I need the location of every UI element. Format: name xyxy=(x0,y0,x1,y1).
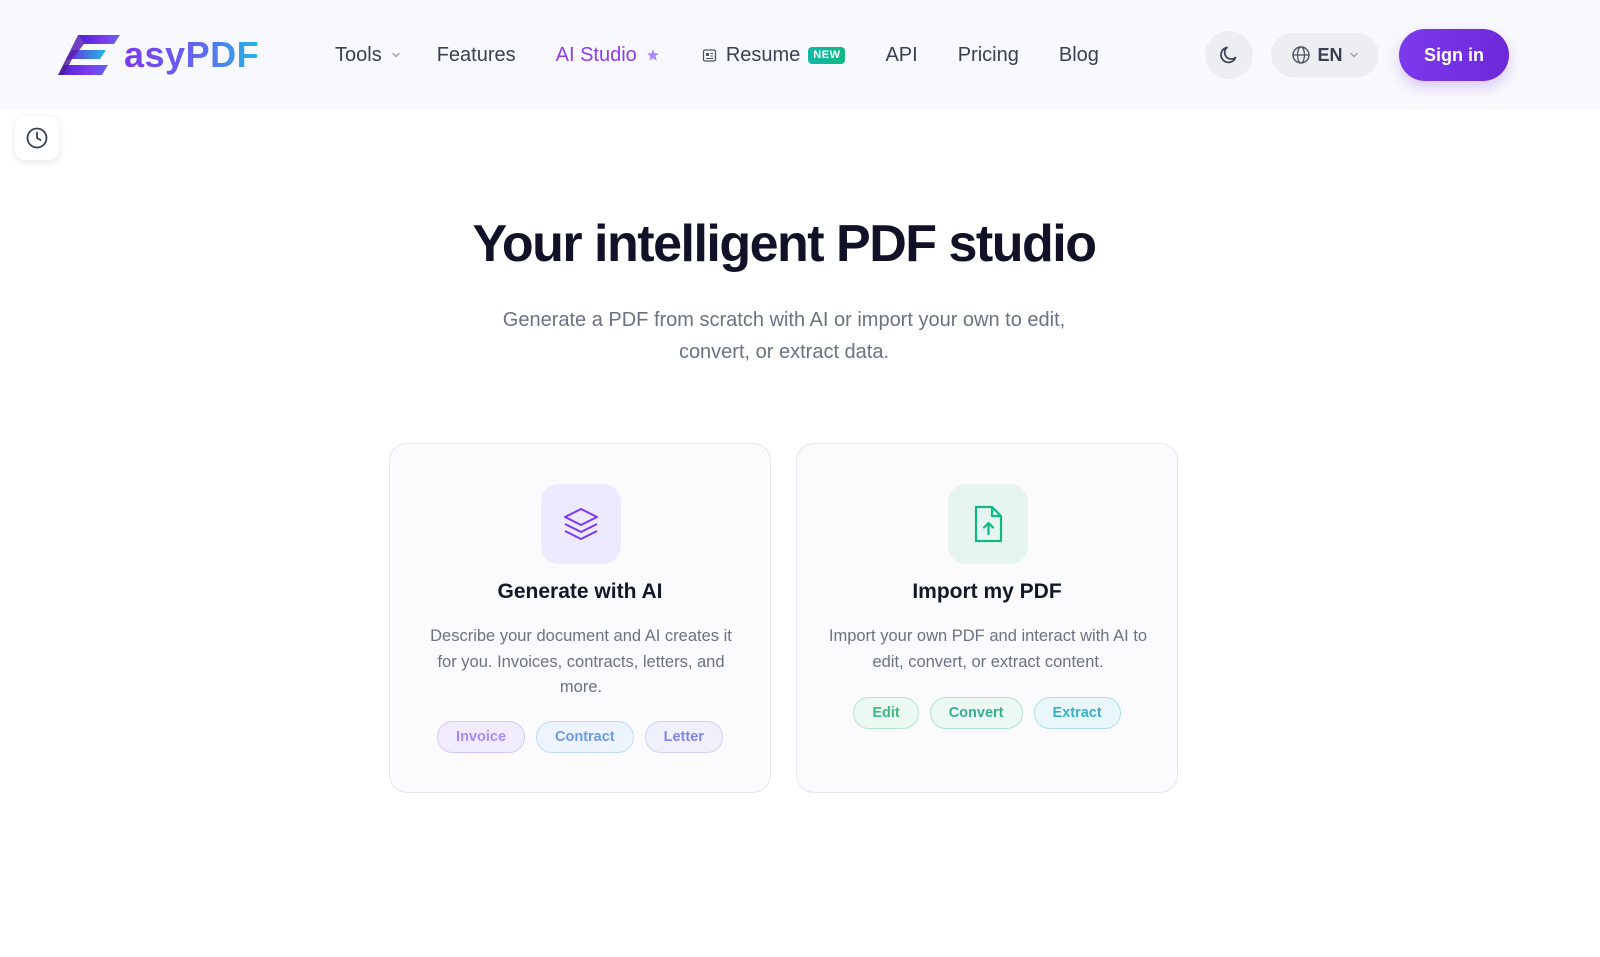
globe-icon xyxy=(1292,46,1311,64)
clock-icon xyxy=(26,127,48,149)
example-chips: Invoice Contract Letter xyxy=(390,721,770,753)
new-badge: NEW xyxy=(808,46,846,64)
sign-in-button[interactable]: Sign in xyxy=(1399,29,1509,81)
history-button[interactable] xyxy=(15,116,59,160)
nav-features[interactable]: Features xyxy=(437,36,516,74)
nav-ai-studio-label: AI Studio xyxy=(555,44,637,66)
nav-tools-label: Tools xyxy=(335,44,382,66)
card-description: Describe your document and AI creates it… xyxy=(430,627,732,696)
main-nav: Tools Features AI Studio Resume NEW API … xyxy=(335,36,1099,74)
chip-convert[interactable]: Convert xyxy=(929,697,1023,729)
chip-edit[interactable]: Edit xyxy=(853,697,919,729)
chip-letter[interactable]: Letter xyxy=(644,721,723,753)
chip-invoice[interactable]: Invoice xyxy=(437,721,526,753)
top-navigation-bar: asyPDF Tools Features AI Studio Resume N… xyxy=(0,0,1600,110)
chevron-down-icon xyxy=(392,52,400,58)
language-selector[interactable]: EN xyxy=(1271,33,1379,77)
generate-with-ai-card[interactable]: Generate with AI Describe your document … xyxy=(389,443,771,793)
moon-icon xyxy=(1220,46,1237,64)
card-title: Generate with AI xyxy=(497,580,663,603)
nav-tools-dropdown[interactable]: Tools xyxy=(335,36,401,74)
import-icon-tile xyxy=(948,484,1028,564)
action-chips: Edit Convert Extract xyxy=(797,697,1177,729)
page-title: Your intelligent PDF studio xyxy=(472,215,1097,273)
sparkle-star-icon xyxy=(646,49,659,61)
nav-api-label: API xyxy=(885,44,918,66)
language-code: EN xyxy=(1317,44,1343,65)
nav-blog-label: Blog xyxy=(1058,44,1099,66)
layers-icon xyxy=(564,508,598,540)
nav-blog[interactable]: Blog xyxy=(1059,36,1099,74)
page-subtitle: Generate a PDF from scratch with AI or i… xyxy=(502,309,1066,363)
resume-document-icon xyxy=(702,48,716,62)
file-upload-icon xyxy=(974,505,1003,543)
chevron-down-icon xyxy=(1349,52,1358,58)
logo-text: asyPDF xyxy=(124,31,259,79)
nav-features-label: Features xyxy=(436,44,516,66)
chip-contract[interactable]: Contract xyxy=(536,721,634,753)
chip-extract[interactable]: Extract xyxy=(1033,697,1121,729)
logo-e-mark-icon xyxy=(58,35,120,75)
nav-resume-label: Resume xyxy=(725,44,801,66)
card-title: Import my PDF xyxy=(912,580,1062,603)
nav-ai-studio[interactable]: AI Studio xyxy=(556,36,660,74)
dark-mode-toggle-button[interactable] xyxy=(1205,31,1253,79)
nav-pricing[interactable]: Pricing xyxy=(958,36,1019,74)
nav-resume[interactable]: Resume NEW xyxy=(702,36,846,74)
nav-pricing-label: Pricing xyxy=(957,44,1019,66)
nav-api[interactable]: API xyxy=(885,36,917,74)
card-description: Import your own PDF and interact with AI… xyxy=(828,627,1148,671)
generate-icon-tile xyxy=(541,484,621,564)
easypdf-logo[interactable]: asyPDF xyxy=(58,30,259,80)
import-my-pdf-card[interactable]: Import my PDF Import your own PDF and in… xyxy=(796,443,1178,793)
